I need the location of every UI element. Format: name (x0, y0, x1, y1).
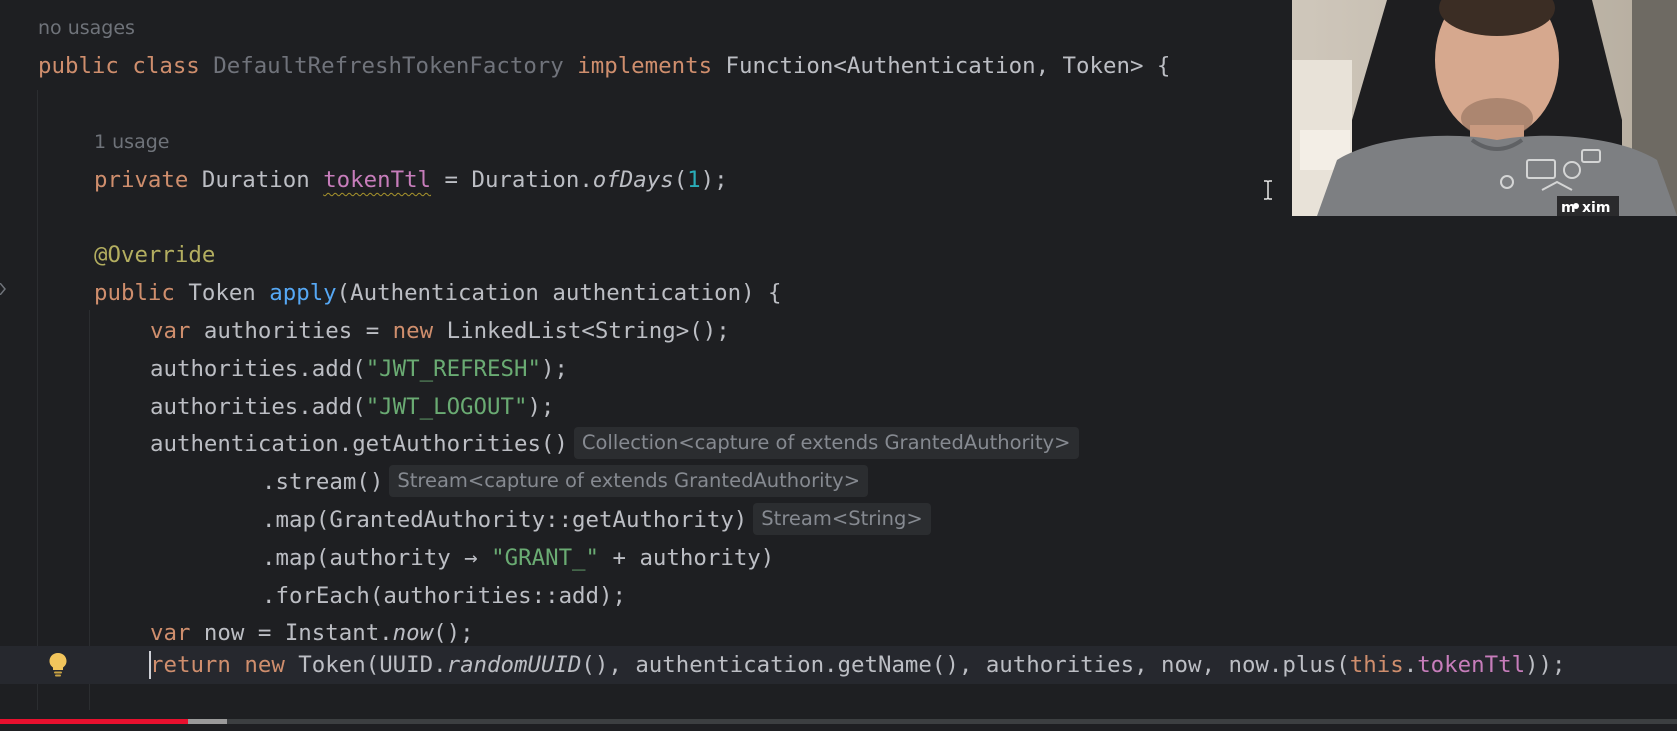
method-name: apply (269, 280, 337, 306)
code-text: .forEach(authorities::add); (262, 583, 626, 609)
code-line-return[interactable]: return new Token(UUID.randomUUID(), auth… (150, 646, 1566, 684)
keyword: public (94, 280, 175, 306)
keyword: private (94, 167, 189, 193)
code-text: ); (527, 394, 555, 420)
code-text: ); (540, 356, 568, 382)
code-line[interactable]: .map(authority → "GRANT_" + authority) (262, 539, 774, 577)
keyword: new (244, 652, 285, 678)
annotation: @Override (94, 242, 216, 268)
lightbulb-icon[interactable] (46, 651, 70, 677)
gutter-override-marker-icon[interactable] (0, 283, 6, 295)
code-text: .stream() (262, 469, 384, 495)
type-name: Duration (201, 167, 310, 193)
type-inlay-hint[interactable]: Collection<capture of extends GrantedAut… (573, 427, 1079, 459)
code-text: authorities.add( (150, 356, 366, 382)
type-inlay-hint[interactable]: Stream<capture of extends GrantedAuthori… (389, 465, 869, 497)
code-text: ( (673, 167, 688, 193)
code-text: .map(GrantedAuthority::getAuthority) (262, 507, 748, 533)
code-line[interactable]: var authorities = new LinkedList<String>… (150, 312, 730, 350)
code-line[interactable]: .forEach(authorities::add); (262, 577, 626, 615)
method-name: randomUUID (446, 652, 582, 678)
code-line[interactable]: .map(GrantedAuthority::getAuthority) Stre… (262, 501, 931, 539)
code-line-class-declaration[interactable]: public class DefaultRefreshTokenFactory … (38, 47, 1170, 85)
code-line-field[interactable]: private Duration tokenTtl = Duration.ofD… (94, 161, 728, 199)
code-line[interactable]: authentication.getAuthorities() Collectio… (150, 425, 1079, 463)
code-text: now = Instant. (190, 620, 393, 646)
video-buffer-bar (188, 719, 227, 724)
code-line[interactable]: authorities.add("JWT_LOGOUT"); (150, 388, 554, 426)
code-line[interactable]: .stream() Stream<capture of extends Grant… (262, 463, 869, 501)
code-text: + authority) (599, 545, 775, 571)
code-text: authentication.getAuthorities() (150, 431, 568, 457)
code-line[interactable]: authorities.add("JWT_REFRESH"); (150, 350, 568, 388)
code-line-method-signature[interactable]: public Token apply(Authentication authen… (94, 274, 782, 312)
code-text: authorities = (190, 318, 393, 344)
keyword: new (392, 318, 434, 344)
text-caret (149, 651, 151, 679)
class-name: DefaultRefreshTokenFactory (213, 53, 564, 79)
keyword: this (1349, 652, 1404, 678)
keyword: return (150, 652, 231, 678)
keyword: public (38, 53, 119, 79)
webcam-presenter-image: m xim (1292, 0, 1677, 216)
svg-text:xim: xim (1582, 200, 1610, 216)
code-text: LinkedList<String>(); (433, 318, 730, 344)
type-inlay-hint[interactable]: Stream<String> (753, 503, 931, 535)
string-literal: "GRANT_" (491, 545, 600, 571)
text-cursor-icon (1264, 180, 1272, 200)
indent-guide (37, 90, 38, 710)
code-text: (); (433, 620, 474, 646)
webcam-overlay: m xim (1292, 0, 1677, 216)
code-editor[interactable]: no usages public class DefaultRefreshTok… (0, 0, 1677, 731)
method-name: ofDays (592, 167, 674, 193)
field-name: tokenTtl (323, 167, 432, 193)
code-text: Function<Authentication, Token> { (725, 53, 1171, 79)
code-text: = Duration. (431, 167, 593, 193)
field-name: tokenTtl (1417, 652, 1526, 678)
code-text: . (1403, 652, 1418, 678)
type-name: Token (188, 280, 256, 306)
code-text: Token(UUID. (284, 652, 447, 678)
code-text: ); (700, 167, 728, 193)
keyword: var (150, 318, 191, 344)
keyword: class (132, 53, 200, 79)
keyword: implements (577, 53, 713, 79)
code-text: .map(authority → (262, 545, 492, 571)
number-literal: 1 (687, 167, 701, 193)
code-line-annotation[interactable]: @Override (94, 236, 215, 274)
string-literal: "JWT_REFRESH" (365, 356, 541, 382)
scrollbar-thumb[interactable] (0, 719, 1677, 724)
svg-text:m: m (1561, 200, 1576, 216)
string-literal: "JWT_LOGOUT" (365, 394, 528, 420)
video-progress-bar[interactable] (0, 719, 188, 724)
code-text: authorities.add( (150, 394, 366, 420)
usages-hint[interactable]: no usages (38, 13, 135, 43)
method-name: now (392, 620, 434, 646)
usages-hint[interactable]: 1 usage (94, 127, 169, 157)
code-text: (Authentication authentication) { (336, 280, 782, 306)
code-text: )); (1525, 652, 1566, 678)
keyword: var (150, 620, 191, 646)
code-text: (), authentication.getName(), authoritie… (581, 652, 1350, 678)
